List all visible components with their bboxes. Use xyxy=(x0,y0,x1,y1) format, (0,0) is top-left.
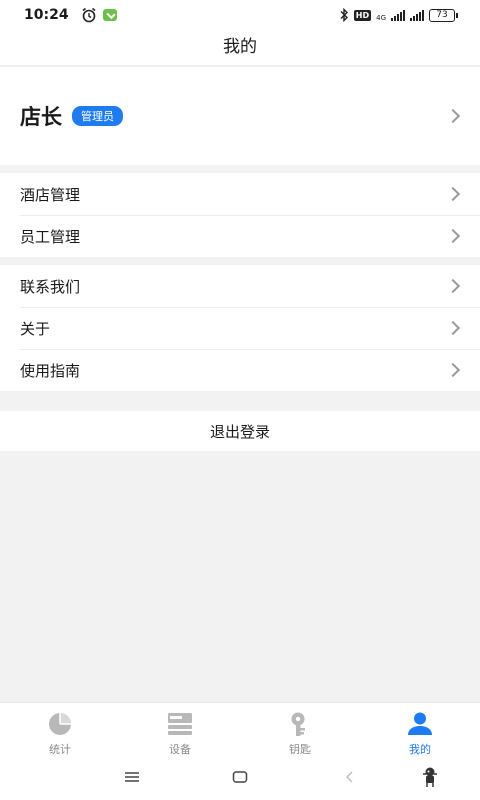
chevron-right-icon xyxy=(445,278,461,294)
bluetooth-icon xyxy=(340,8,348,22)
download-notification-icon xyxy=(102,9,117,21)
chevron-right-icon xyxy=(445,186,461,202)
back-icon[interactable] xyxy=(344,770,354,784)
status-right: HD 4G 73 xyxy=(339,8,458,22)
pie-chart-icon xyxy=(49,713,71,735)
home-icon[interactable] xyxy=(232,770,248,784)
menu-item-contact-us[interactable]: 联系我们 xyxy=(0,265,480,307)
chevron-right-icon xyxy=(445,362,461,378)
tab-label: 设备 xyxy=(169,743,191,756)
menu-icon[interactable] xyxy=(124,771,140,783)
chevron-right-icon xyxy=(445,108,461,124)
logout-button[interactable]: 退出登录 xyxy=(0,411,480,451)
menu-item-label: 关于 xyxy=(20,319,51,338)
menu-item-hotel-management[interactable]: 酒店管理 xyxy=(0,173,480,215)
signal-icon xyxy=(391,9,405,21)
system-navigation-bar xyxy=(0,758,480,800)
menu-item-staff-management[interactable]: 员工管理 xyxy=(0,215,480,257)
status-time: 10:24 xyxy=(24,7,69,23)
page-title: 我的 xyxy=(0,30,480,66)
tab-label: 钥匙 xyxy=(289,743,311,756)
menu-item-about[interactable]: 关于 xyxy=(0,307,480,349)
assistant-icon[interactable] xyxy=(420,766,440,788)
menu-item-label: 员工管理 xyxy=(20,227,81,246)
menu-item-label: 酒店管理 xyxy=(20,185,81,204)
profile-name: 店长 xyxy=(20,105,62,129)
hd-voice-icon: HD xyxy=(353,9,372,21)
role-badge: 管理员 xyxy=(72,106,123,126)
device-icon xyxy=(168,713,192,735)
battery-level: 73 xyxy=(429,8,455,22)
menu-item-user-guide[interactable]: 使用指南 xyxy=(0,349,480,391)
status-left: 10:24 xyxy=(24,7,117,23)
key-icon xyxy=(291,712,305,736)
menu-group-management: 酒店管理 员工管理 xyxy=(0,173,480,257)
bottom-tab-bar: 统计 设备 钥匙 我的 xyxy=(0,702,480,758)
network-type: 4G xyxy=(376,14,386,22)
menu-item-label: 使用指南 xyxy=(20,361,81,380)
tab-label: 统计 xyxy=(49,743,71,756)
tab-devices[interactable]: 设备 xyxy=(120,703,240,758)
menu-item-label: 联系我们 xyxy=(20,277,81,296)
menu-group-info: 联系我们 关于 使用指南 xyxy=(0,265,480,391)
chevron-right-icon xyxy=(445,228,461,244)
alarm-icon xyxy=(82,7,96,23)
user-icon xyxy=(408,712,432,735)
signal-icon-2 xyxy=(410,9,424,21)
tab-label: 我的 xyxy=(409,743,431,756)
battery-icon: 73 xyxy=(429,8,458,22)
chevron-right-icon xyxy=(445,320,461,336)
tab-keys[interactable]: 钥匙 xyxy=(240,703,360,758)
profile-card[interactable]: 店长 管理员 xyxy=(0,67,480,165)
status-bar: 10:24 HD 4G 73 xyxy=(0,0,480,30)
tab-mine[interactable]: 我的 xyxy=(360,703,480,758)
tab-statistics[interactable]: 统计 xyxy=(0,703,120,758)
